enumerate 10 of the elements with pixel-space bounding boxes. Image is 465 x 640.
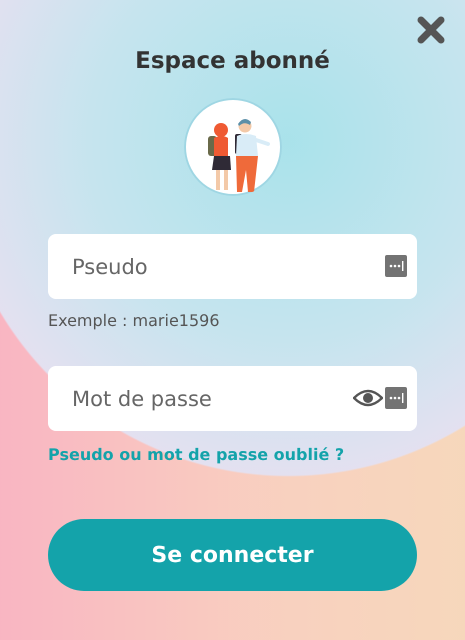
login-button[interactable]: Se connecter	[48, 519, 417, 591]
keyboard-dots-icon	[385, 255, 407, 277]
page-title: Espace abonné	[135, 48, 330, 74]
close-icon[interactable]	[417, 16, 445, 44]
keyboard-dots-icon	[385, 387, 407, 409]
password-field[interactable]: Mot de passe	[48, 366, 417, 431]
field-hint: Exemple : marie1596	[48, 311, 220, 330]
eye-icon[interactable]	[353, 388, 383, 408]
username-field[interactable]: Pseudo	[48, 234, 417, 299]
forgot-password-link[interactable]: Pseudo ou mot de passe oublié ?	[48, 445, 417, 464]
